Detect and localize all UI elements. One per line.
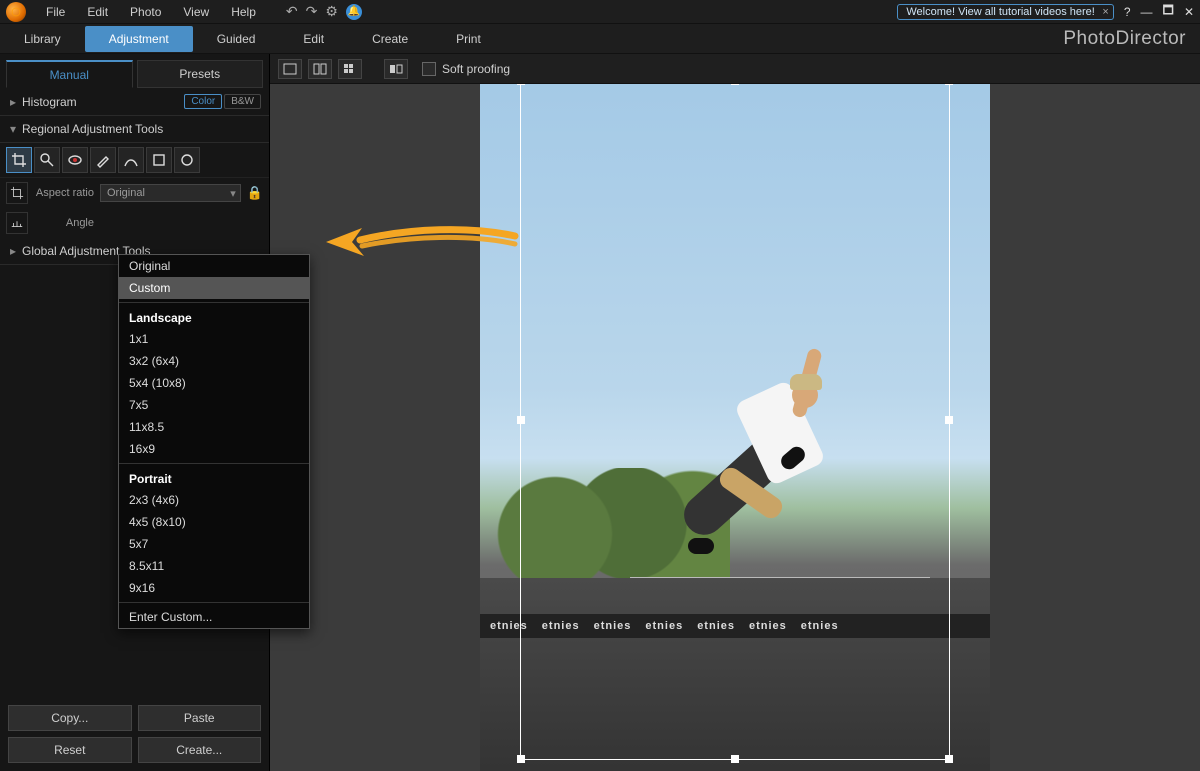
mode-tabs: Library Adjustment Guided Edit Create Pr… <box>0 24 1200 54</box>
crop-handle[interactable] <box>945 416 953 424</box>
tab-library[interactable]: Library <box>0 26 85 52</box>
subtab-presets[interactable]: Presets <box>137 60 264 88</box>
dropdown-item-custom[interactable]: Custom <box>119 277 309 299</box>
viewport[interactable]: etniesetniesetniesetniesetniesetniesetni… <box>270 84 1200 771</box>
ramp-banner: etniesetniesetniesetniesetniesetniesetni… <box>480 614 990 638</box>
app-name: PhotoDirector <box>1063 28 1186 50</box>
dropdown-item-9x16[interactable]: 9x16 <box>119 577 309 599</box>
welcome-banner[interactable]: Welcome! View all tutorial videos here! … <box>897 4 1114 20</box>
settings-gear-icon[interactable]: ⚙ <box>325 3 338 20</box>
dropdown-item-85x11[interactable]: 8.5x11 <box>119 555 309 577</box>
straighten-icon <box>6 212 28 234</box>
menu-file[interactable]: File <box>36 3 75 21</box>
crop-handle[interactable] <box>731 84 739 85</box>
window-controls: ? — 🗖 ✕ <box>1124 1 1194 22</box>
section-regional[interactable]: ▾ Regional Adjustment Tools <box>0 116 269 143</box>
menu-help[interactable]: Help <box>221 3 266 21</box>
angle-label: Angle <box>34 217 94 229</box>
notification-bell-icon[interactable]: 🔔 <box>346 4 362 20</box>
welcome-banner-text: Welcome! View all tutorial videos here! <box>906 6 1095 18</box>
dropdown-header-portrait: Portrait <box>119 467 309 489</box>
spot-removal-tool-icon[interactable] <box>34 147 60 173</box>
maximize-icon[interactable]: 🗖 <box>1163 1 1174 22</box>
view-grid-icon[interactable] <box>338 59 362 79</box>
subtab-manual[interactable]: Manual <box>6 60 133 88</box>
help-icon[interactable]: ? <box>1124 5 1131 19</box>
chevron-down-icon: ▾ <box>8 122 18 136</box>
photo-preview: etniesetniesetniesetniesetniesetniesetni… <box>480 84 990 771</box>
menu-photo[interactable]: Photo <box>120 3 171 21</box>
minimize-icon[interactable]: — <box>1141 5 1153 19</box>
crop-handle[interactable] <box>517 416 525 424</box>
close-window-icon[interactable]: ✕ <box>1184 5 1194 19</box>
toolbar-quick-icons: ↶ ↷ ⚙ 🔔 <box>286 3 362 20</box>
dropdown-item-16x9[interactable]: 16x9 <box>119 438 309 460</box>
crop-tool-icon[interactable] <box>6 147 32 173</box>
dropdown-item-enter-custom[interactable]: Enter Custom... <box>119 606 309 628</box>
section-histogram-label: Histogram <box>22 95 77 109</box>
crop-handle[interactable] <box>517 84 525 85</box>
create-button[interactable]: Create... <box>138 737 262 763</box>
left-panel: Manual Presets ▸ Histogram Color B&W ▾ R… <box>0 54 270 771</box>
crop-handle[interactable] <box>945 84 953 85</box>
dropdown-header-landscape: Landscape <box>119 306 309 328</box>
menu-edit[interactable]: Edit <box>77 3 118 21</box>
chevron-right-icon: ▸ <box>8 244 18 258</box>
reset-button[interactable]: Reset <box>8 737 132 763</box>
pill-color[interactable]: Color <box>184 94 222 109</box>
tab-print[interactable]: Print <box>432 26 505 52</box>
tab-create[interactable]: Create <box>348 26 432 52</box>
gradient-tool-icon[interactable] <box>118 147 144 173</box>
redo-icon[interactable]: ↷ <box>306 3 318 20</box>
soft-proofing-label: Soft proofing <box>442 62 510 76</box>
chevron-right-icon: ▸ <box>8 95 18 109</box>
dropdown-item-2x3[interactable]: 2x3 (4x6) <box>119 489 309 511</box>
dropdown-item-4x5[interactable]: 4x5 (8x10) <box>119 511 309 533</box>
dropdown-item-original[interactable]: Original <box>119 255 309 277</box>
undo-icon[interactable]: ↶ <box>286 3 298 20</box>
paste-button[interactable]: Paste <box>138 705 262 731</box>
aspect-ratio-dropdown: Original Custom Landscape 1x1 3x2 (6x4) … <box>118 254 310 629</box>
canvas-toolbar: Soft proofing <box>270 54 1200 84</box>
section-regional-label: Regional Adjustment Tools <box>22 122 163 136</box>
crop-icon <box>6 182 28 204</box>
section-histogram[interactable]: ▸ Histogram Color B&W <box>0 88 269 116</box>
dropdown-item-3x2[interactable]: 3x2 (6x4) <box>119 350 309 372</box>
rectangle-mask-icon[interactable] <box>146 147 172 173</box>
dropdown-item-7x5[interactable]: 7x5 <box>119 394 309 416</box>
aspect-ratio-combo[interactable]: Original <box>100 184 241 202</box>
redeye-tool-icon[interactable] <box>62 147 88 173</box>
app-logo-icon <box>6 2 26 22</box>
close-icon[interactable]: × <box>1102 6 1108 18</box>
copy-button[interactable]: Copy... <box>8 705 132 731</box>
tab-guided[interactable]: Guided <box>193 26 280 52</box>
tab-adjustment[interactable]: Adjustment <box>85 26 193 52</box>
menubar: File Edit Photo View Help ↶ ↷ ⚙ 🔔 Welcom… <box>0 0 1200 24</box>
brush-tool-icon[interactable] <box>90 147 116 173</box>
dropdown-item-11x85[interactable]: 11x8.5 <box>119 416 309 438</box>
menu-view[interactable]: View <box>173 3 219 21</box>
dropdown-item-5x4[interactable]: 5x4 (10x8) <box>119 372 309 394</box>
canvas-area: Soft proofing etniesetniesetniesetnieset… <box>270 54 1200 771</box>
tab-edit[interactable]: Edit <box>279 26 348 52</box>
soft-proofing-checkbox[interactable] <box>422 62 436 76</box>
view-compare-icon[interactable] <box>384 59 408 79</box>
dropdown-item-5x7[interactable]: 5x7 <box>119 533 309 555</box>
radial-mask-icon[interactable] <box>174 147 200 173</box>
aspect-ratio-label: Aspect ratio <box>34 187 94 199</box>
dropdown-item-1x1[interactable]: 1x1 <box>119 328 309 350</box>
pill-bw[interactable]: B&W <box>224 94 261 109</box>
view-sidebyside-icon[interactable] <box>308 59 332 79</box>
regional-tool-row <box>0 143 269 178</box>
lock-icon[interactable]: 🔒 <box>247 185 263 201</box>
view-single-icon[interactable] <box>278 59 302 79</box>
